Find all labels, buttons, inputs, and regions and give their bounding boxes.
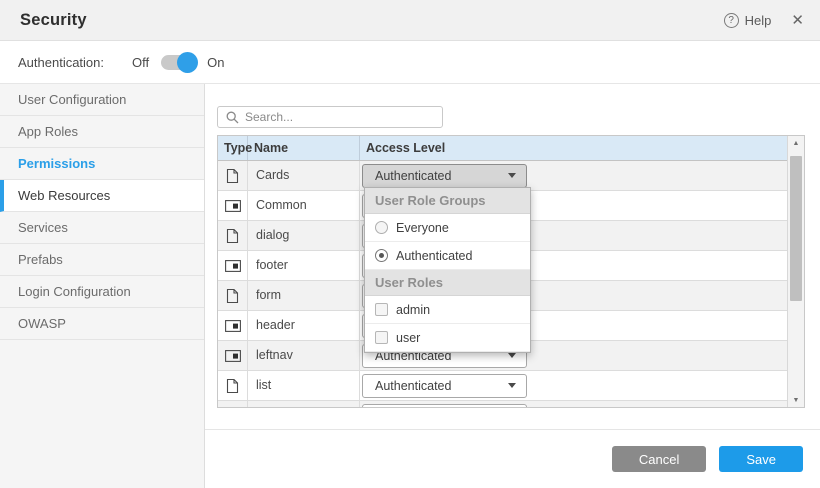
dropdown-option-authenticated[interactable]: Authenticated	[365, 242, 530, 270]
close-icon[interactable]: ✕	[791, 11, 804, 29]
dialog-footer: Cancel Save	[205, 429, 820, 488]
caret-down-icon	[508, 353, 516, 358]
checkbox-icon[interactable]	[375, 331, 388, 344]
column-header-access-level: Access Level	[360, 136, 787, 160]
dropdown-section-header: User Roles	[365, 270, 530, 296]
type-cell	[218, 191, 248, 220]
access-level-select[interactable]: Authenticated	[362, 374, 527, 398]
dropdown-option-label: Authenticated	[396, 249, 472, 263]
sidebar-item-user-configuration[interactable]: User Configuration	[0, 84, 204, 116]
help-icon: ?	[724, 13, 739, 28]
page-icon	[226, 378, 239, 394]
help-label: Help	[745, 13, 772, 28]
search-input[interactable]	[245, 110, 434, 124]
access-level-value: Authenticated	[375, 169, 451, 183]
save-button[interactable]: Save	[719, 446, 803, 472]
partial-icon	[225, 200, 241, 212]
type-cell	[218, 341, 248, 370]
name-cell: Common	[248, 191, 360, 220]
dropdown-option-admin[interactable]: admin	[365, 296, 530, 324]
page-icon	[226, 228, 239, 244]
scrollbar-thumb[interactable]	[790, 156, 802, 301]
search-row	[205, 84, 820, 135]
radio-selected-icon[interactable]	[375, 249, 388, 262]
authentication-toggle[interactable]	[161, 55, 195, 70]
access-level-cell: Authenticated	[360, 371, 787, 400]
sidebar-item-web-resources[interactable]: Web Resources	[0, 180, 204, 212]
table-header-row: Type Name Access Level	[218, 136, 787, 161]
access-level-cell	[360, 401, 787, 407]
column-header-name: Name	[248, 136, 360, 160]
dropdown-option-label: admin	[396, 303, 430, 317]
authentication-row: Authentication: Off On	[0, 41, 820, 84]
toggle-on-label: On	[207, 55, 224, 70]
dropdown-option-user[interactable]: user	[365, 324, 530, 352]
partial-icon	[225, 350, 241, 362]
scrollbar-down-icon[interactable]: ▼	[788, 393, 804, 407]
type-cell	[218, 161, 248, 190]
table-row: list Authenticated	[218, 371, 787, 401]
name-cell: header	[248, 311, 360, 340]
settings-sidebar: User ConfigurationApp RolesPermissionsWe…	[0, 84, 205, 488]
scrollbar-up-icon[interactable]: ▲	[788, 136, 804, 150]
search-icon	[226, 111, 239, 124]
type-cell	[218, 251, 248, 280]
resources-table: Type Name Access Level Cards Authenticate…	[217, 135, 805, 408]
radio-icon[interactable]	[375, 221, 388, 234]
type-cell	[218, 281, 248, 310]
table-row	[218, 401, 787, 407]
access-level-select[interactable]: Authenticated	[362, 164, 527, 188]
type-cell	[218, 221, 248, 250]
search-box	[217, 106, 443, 128]
name-cell	[248, 401, 360, 407]
name-cell: form	[248, 281, 360, 310]
name-cell: Cards	[248, 161, 360, 190]
partial-icon	[225, 260, 241, 272]
sidebar-item-app-roles[interactable]: App Roles	[0, 116, 204, 148]
type-cell	[218, 311, 248, 340]
cancel-button[interactable]: Cancel	[612, 446, 706, 472]
access-level-dropdown-panel: User Role Groups Everyone Authenticated Use…	[364, 187, 531, 353]
access-level-value: Authenticated	[375, 379, 451, 393]
web-resources-panel: Type Name Access Level Cards Authenticate…	[205, 84, 820, 488]
table-scrollbar[interactable]: ▲ ▼	[787, 136, 804, 407]
sidebar-item-owasp[interactable]: OWASP	[0, 308, 204, 340]
dialog-header: Security ? Help ✕	[0, 0, 820, 41]
toggle-knob	[177, 52, 198, 73]
dropdown-option-label: user	[396, 331, 420, 345]
page-icon	[226, 168, 239, 184]
access-level-select[interactable]	[362, 404, 527, 408]
type-cell	[218, 371, 248, 400]
security-dialog: Security ? Help ✕ Authentication: Off On…	[0, 0, 820, 488]
toggle-off-label: Off	[132, 55, 149, 70]
caret-down-icon	[508, 383, 516, 388]
page-title: Security	[20, 11, 724, 30]
dropdown-option-everyone[interactable]: Everyone	[365, 214, 530, 242]
page-icon	[226, 288, 239, 304]
sidebar-item-login-configuration[interactable]: Login Configuration	[0, 276, 204, 308]
name-cell: list	[248, 371, 360, 400]
header-actions: ? Help ✕	[724, 11, 804, 29]
name-cell: leftnav	[248, 341, 360, 370]
name-cell: footer	[248, 251, 360, 280]
sidebar-item-services[interactable]: Services	[0, 212, 204, 244]
column-header-type: Type	[218, 136, 248, 160]
caret-down-icon	[508, 173, 516, 178]
help-button[interactable]: ? Help	[724, 13, 772, 28]
sidebar-item-permissions[interactable]: Permissions	[0, 148, 204, 180]
access-level-cell: Authenticated	[360, 161, 787, 190]
sidebar-item-prefabs[interactable]: Prefabs	[0, 244, 204, 276]
dropdown-option-label: Everyone	[396, 221, 449, 235]
name-cell: dialog	[248, 221, 360, 250]
authentication-label: Authentication:	[18, 55, 104, 70]
dropdown-section-header: User Role Groups	[365, 188, 530, 214]
content-area: User ConfigurationApp RolesPermissionsWe…	[0, 84, 820, 488]
checkbox-icon[interactable]	[375, 303, 388, 316]
partial-icon	[225, 320, 241, 332]
type-cell	[218, 401, 248, 407]
